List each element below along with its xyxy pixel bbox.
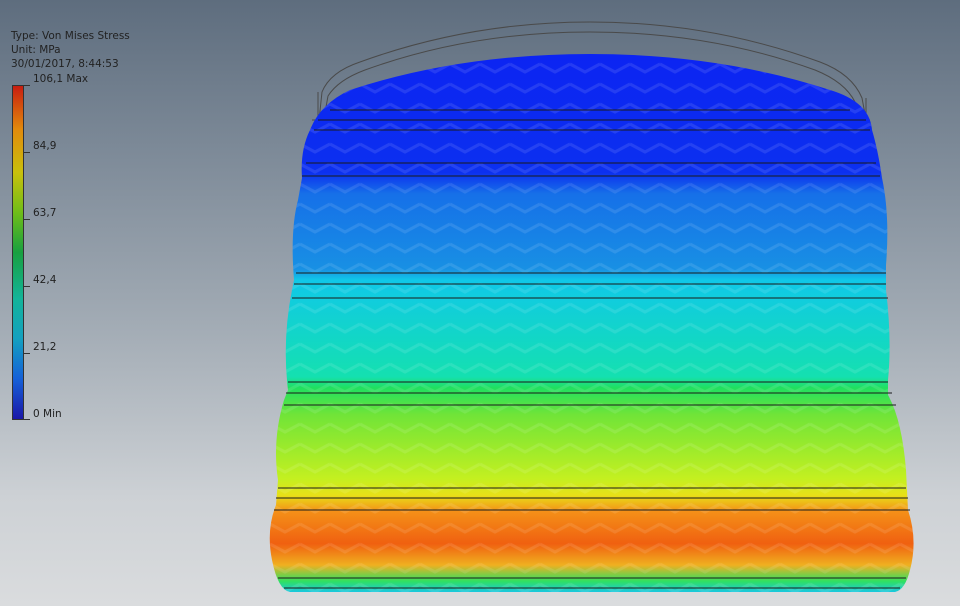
stress-texture-overlay [269, 54, 914, 592]
fea-model-viewport[interactable] [0, 0, 960, 606]
